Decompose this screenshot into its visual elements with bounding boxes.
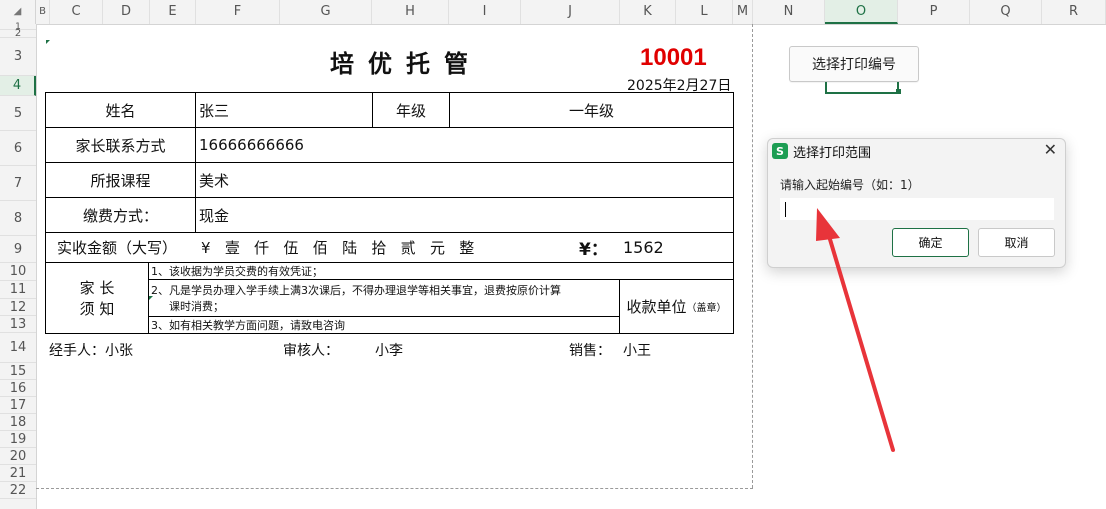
- row-header-bar: 1 2 3 4 5 6 7 8 9 10 11 12 13 14 15 16 1…: [0, 23, 37, 509]
- cell-comment-marker: [46, 40, 50, 44]
- row-header-6[interactable]: 6: [0, 131, 36, 166]
- active-cell-selection[interactable]: [825, 82, 899, 94]
- dialog-prompt: 请输入起始编号（如：1）: [780, 178, 920, 192]
- column-header-bar: ◢ B C D E F G H I J K L M N O P Q R: [0, 0, 1106, 25]
- column-header-f[interactable]: F: [196, 0, 280, 24]
- handler-text: 经手人：小张: [49, 343, 133, 359]
- row-header-7[interactable]: 7: [0, 166, 36, 201]
- column-header-b[interactable]: B: [36, 0, 50, 24]
- row-header-17[interactable]: 17: [0, 397, 36, 414]
- name-label: 姓名: [45, 92, 196, 128]
- row-header-15[interactable]: 15: [0, 363, 36, 380]
- column-header-k[interactable]: K: [620, 0, 676, 24]
- row-header-3[interactable]: 3: [0, 38, 36, 76]
- app-logo-icon: S: [772, 143, 788, 159]
- course-value[interactable]: 美术: [195, 162, 734, 198]
- parent-phone-label: 家长联系方式: [45, 127, 196, 163]
- column-header-l[interactable]: L: [676, 0, 733, 24]
- row-header-18[interactable]: 18: [0, 414, 36, 431]
- column-header-h[interactable]: H: [372, 0, 449, 24]
- column-header-i[interactable]: I: [449, 0, 521, 24]
- reviewer-label: 审核人：: [283, 343, 339, 359]
- column-header-r[interactable]: R: [1042, 0, 1106, 24]
- grade-label: 年级: [372, 92, 450, 128]
- receipt-title: 培优托管: [330, 49, 482, 78]
- row-header-10[interactable]: 10: [0, 263, 36, 281]
- notice-item-3: 3、如有相关教学方面问题，请致电咨询: [148, 316, 620, 334]
- notice-label-line1: 家 长: [79, 279, 115, 297]
- row-header-19[interactable]: 19: [0, 431, 36, 448]
- select-all-corner[interactable]: ◢: [0, 0, 36, 24]
- amount-row: 实收金额（大写） ¥ 壹 仟 伍 佰 陆 拾 贰 元 整 ¥： 1562: [45, 232, 734, 263]
- amount-value[interactable]: 1562: [623, 238, 664, 257]
- row-header-22[interactable]: 22: [0, 482, 36, 499]
- print-range-dialog: S 选择打印范围 ✕ 请输入起始编号（如：1） 确定 取消: [767, 138, 1066, 268]
- row-header-4[interactable]: 4: [0, 76, 36, 96]
- select-print-number-button[interactable]: 选择打印编号: [789, 46, 919, 82]
- payee-note: （盖章）: [686, 303, 727, 314]
- row-header-5[interactable]: 5: [0, 96, 36, 131]
- amount-symbol: ¥：: [579, 240, 608, 260]
- parent-phone-value[interactable]: 16666666666: [195, 127, 734, 163]
- payee-cell: 收款单位 （盖章）: [619, 279, 734, 334]
- arrow-shaft: [827, 234, 895, 452]
- seller-value: 小王: [623, 343, 651, 359]
- row-header-9[interactable]: 9: [0, 236, 36, 263]
- cancel-button[interactable]: 取消: [978, 228, 1055, 257]
- row-header-2[interactable]: 2: [0, 29, 36, 39]
- column-header-n[interactable]: N: [753, 0, 825, 24]
- row-header-13[interactable]: 13: [0, 316, 36, 333]
- row-header-14[interactable]: 14: [0, 333, 36, 363]
- name-value[interactable]: 张三: [195, 92, 373, 128]
- text-caret: [785, 202, 786, 217]
- reviewer-value: 小李: [375, 343, 403, 359]
- column-header-e[interactable]: E: [150, 0, 196, 24]
- notice-item-2: 2、凡是学员办理入学手续上满3次课后，不得办理退学等相关事宜，退费按原价计算 课…: [148, 279, 620, 317]
- column-header-d[interactable]: D: [103, 0, 150, 24]
- ok-button[interactable]: 确定: [892, 228, 969, 257]
- notice-item-2-line1: 2、凡是学员办理入学手续上满3次课后，不得办理退学等相关事宜，退费按原价计算: [151, 284, 561, 297]
- start-number-input[interactable]: [780, 198, 1054, 220]
- row-header-16[interactable]: 16: [0, 380, 36, 397]
- seller-label: 销售：: [569, 343, 611, 359]
- receipt-serial-number: 10001: [640, 44, 707, 71]
- fill-handle[interactable]: [896, 89, 901, 94]
- payee-label: 收款单位: [626, 298, 687, 316]
- column-header-c[interactable]: C: [50, 0, 103, 24]
- row-header-12[interactable]: 12: [0, 299, 36, 316]
- column-header-p[interactable]: P: [898, 0, 970, 24]
- dialog-title: 选择打印范围: [793, 146, 872, 161]
- close-icon[interactable]: ✕: [1044, 140, 1057, 159]
- row-header-20[interactable]: 20: [0, 448, 36, 465]
- column-header-q[interactable]: Q: [970, 0, 1042, 24]
- row-header-21[interactable]: 21: [0, 465, 36, 482]
- grade-value[interactable]: 一年级: [449, 92, 734, 128]
- column-header-o[interactable]: O: [825, 0, 898, 24]
- notice-label-line2: 须 知: [79, 300, 115, 318]
- notice-label-cell: 家 长 须 知: [45, 262, 149, 334]
- row-header-11[interactable]: 11: [0, 281, 36, 299]
- page-break-vertical: [752, 24, 753, 488]
- column-header-m[interactable]: M: [733, 0, 753, 24]
- notice-item-1: 1、该收据为学员交费的有效凭证；: [148, 262, 734, 280]
- payment-method-value[interactable]: 现金: [195, 197, 734, 233]
- amount-in-words[interactable]: ¥ 壹 仟 伍 佰 陆 拾 贰 元 整: [201, 237, 474, 258]
- column-header-j[interactable]: J: [521, 0, 620, 24]
- payment-method-label: 缴费方式：: [45, 197, 196, 233]
- row-header-8[interactable]: 8: [0, 201, 36, 236]
- notice-item-2-line2: 课时消费；: [169, 300, 224, 313]
- column-header-g[interactable]: G: [280, 0, 372, 24]
- page-break-horizontal: [36, 488, 753, 489]
- amount-label: 实收金额（大写）: [57, 239, 178, 257]
- course-label: 所报课程: [45, 162, 196, 198]
